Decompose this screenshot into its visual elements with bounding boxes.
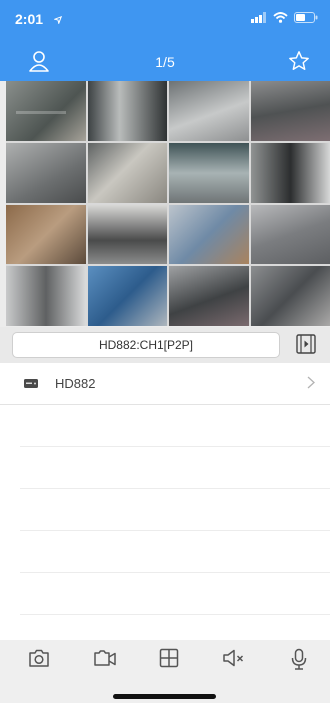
status-time: 2:01	[15, 11, 44, 27]
camera-tile[interactable]	[6, 266, 86, 326]
camera-tile[interactable]	[169, 204, 249, 265]
camera-tile[interactable]	[6, 204, 86, 265]
list-divider	[20, 446, 330, 447]
camera-tile[interactable]	[87, 266, 167, 326]
home-indicator[interactable]	[113, 694, 216, 699]
camera-tile[interactable]	[250, 266, 330, 326]
dvr-device-icon	[24, 379, 38, 388]
camera-tile[interactable]	[169, 81, 249, 141]
list-divider	[20, 614, 330, 615]
video-record-icon[interactable]	[93, 648, 117, 668]
camera-tile[interactable]	[250, 142, 330, 203]
camera-tile[interactable]	[169, 266, 249, 326]
list-divider	[20, 488, 330, 489]
camera-tile[interactable]	[250, 204, 330, 265]
camera-tile[interactable]	[87, 81, 167, 141]
channel-bar: HD882:CH1[P2P]	[0, 327, 330, 363]
camera-tile[interactable]	[87, 142, 167, 203]
battery-icon	[294, 12, 318, 23]
camera-tile[interactable]	[87, 204, 167, 265]
camera-tile[interactable]	[6, 81, 86, 141]
list-divider	[20, 530, 330, 531]
current-channel-label[interactable]: HD882:CH1[P2P]	[12, 332, 280, 358]
status-indicators	[251, 12, 318, 23]
microphone-icon[interactable]	[290, 648, 308, 670]
film-playback-icon[interactable]	[296, 334, 316, 354]
grid-layout-icon[interactable]	[159, 648, 179, 668]
chevron-right-icon	[307, 376, 315, 389]
page-indicator: 1/5	[155, 54, 175, 70]
wifi-icon	[273, 12, 288, 23]
camera-snapshot-icon[interactable]	[28, 648, 50, 668]
device-name: HD882	[55, 376, 96, 391]
list-divider	[20, 572, 330, 573]
app-header: 2:01 1/5	[0, 0, 330, 81]
cellular-signal-icon	[251, 12, 266, 23]
camera-tile[interactable]	[6, 142, 86, 203]
mute-speaker-icon[interactable]	[222, 648, 246, 668]
camera-tile[interactable]	[250, 81, 330, 141]
device-row[interactable]: HD882	[0, 363, 330, 405]
camera-grid[interactable]	[6, 81, 330, 326]
star-icon[interactable]	[288, 50, 310, 72]
location-arrow-icon	[54, 16, 62, 24]
device-list: HD882	[0, 363, 330, 640]
camera-tile[interactable]	[169, 142, 249, 203]
